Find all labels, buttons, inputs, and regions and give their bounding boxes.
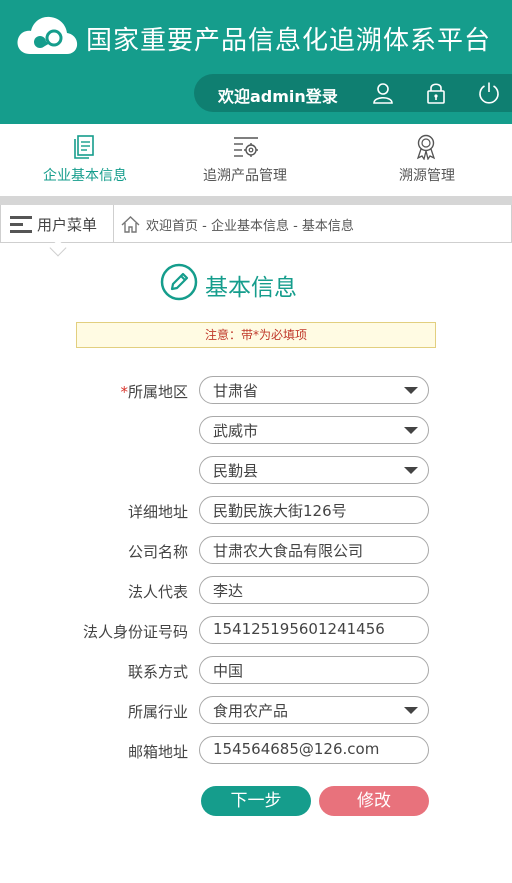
province-value: 甘肃省 [213,382,259,400]
legal-rep-label: 法人代表 [127,583,188,601]
next-step-button[interactable]: 下一步 [201,786,311,816]
home-icon[interactable] [121,216,140,233]
settings-list-icon [234,137,258,157]
contact-field[interactable]: 中国 [199,656,429,684]
nav-item-company-info[interactable]: 企业基本信息 [35,124,135,196]
company-field[interactable]: 甘肃农大食品有限公司 [199,536,429,564]
user-bar: 欢迎admin登录 [194,74,512,112]
menu-pointer [49,239,67,257]
county-select[interactable]: 民勤县 [199,456,429,484]
contact-label: 联系方式 [127,663,188,681]
power-icon[interactable] [477,81,501,105]
app-header: 国家重要产品信息化追溯体系平台 欢迎admin登录 [0,0,512,124]
id-card-label: 法人身份证号码 [82,623,188,641]
industry-select[interactable]: 食用农产品 [199,696,429,724]
menu-icon [10,216,32,233]
chevron-down-icon [404,707,418,714]
county-value: 民勤县 [213,462,259,480]
chevron-down-icon [404,427,418,434]
city-value: 武威市 [213,422,259,440]
main-nav: 企业基本信息 追溯产品管理 溯源管理 [0,124,512,196]
user-icon[interactable] [371,81,395,105]
breadcrumb: 欢迎首页 - 企业基本信息 - 基本信息 [146,219,354,234]
breadcrumb-bar: 用户菜单 欢迎首页 - 企业基本信息 - 基本信息 [0,205,512,257]
email-label: 邮箱地址 [127,743,188,761]
lock-icon[interactable] [424,81,448,105]
nav-label: 追溯产品管理 [203,168,287,184]
id-card-field[interactable]: 154125195601241456 [199,616,429,644]
section-title: 基本信息 [205,275,297,301]
nav-label: 溯源管理 [399,168,455,184]
industry-value: 食用农产品 [213,702,289,720]
email-field[interactable]: 154564685@126.com [199,736,429,764]
nav-item-trace-manage[interactable]: 溯源管理 [377,124,477,196]
region-label-text: 所属地区 [127,383,188,401]
cloud-logo-icon [17,16,78,54]
award-icon [416,134,436,160]
edit-pencil-icon [160,263,198,301]
required-notice: 注意：带*为必填项 [76,322,436,348]
company-label: 公司名称 [127,543,188,561]
welcome-text: 欢迎admin登录 [218,87,338,106]
required-mark: * [120,383,128,401]
nav-label: 企业基本信息 [43,168,127,184]
industry-label: 所属行业 [127,703,188,721]
province-select[interactable]: 甘肃省 [199,376,429,404]
site-title: 国家重要产品信息化追溯体系平台 [86,26,492,56]
nav-item-product-manage[interactable]: 追溯产品管理 [195,124,295,196]
address-label: 详细地址 [127,503,188,521]
user-menu-label: 用户菜单 [37,216,98,234]
chevron-down-icon [404,387,418,394]
document-icon [74,135,94,159]
legal-rep-field[interactable]: 李达 [199,576,429,604]
edit-button[interactable]: 修改 [319,786,429,816]
address-field[interactable]: 民勤民族大街126号 [199,496,429,524]
region-label: *所属地区 [120,381,188,402]
city-select[interactable]: 武威市 [199,416,429,444]
divider [0,196,512,205]
chevron-down-icon [404,467,418,474]
user-menu-button[interactable]: 用户菜单 [0,205,114,257]
